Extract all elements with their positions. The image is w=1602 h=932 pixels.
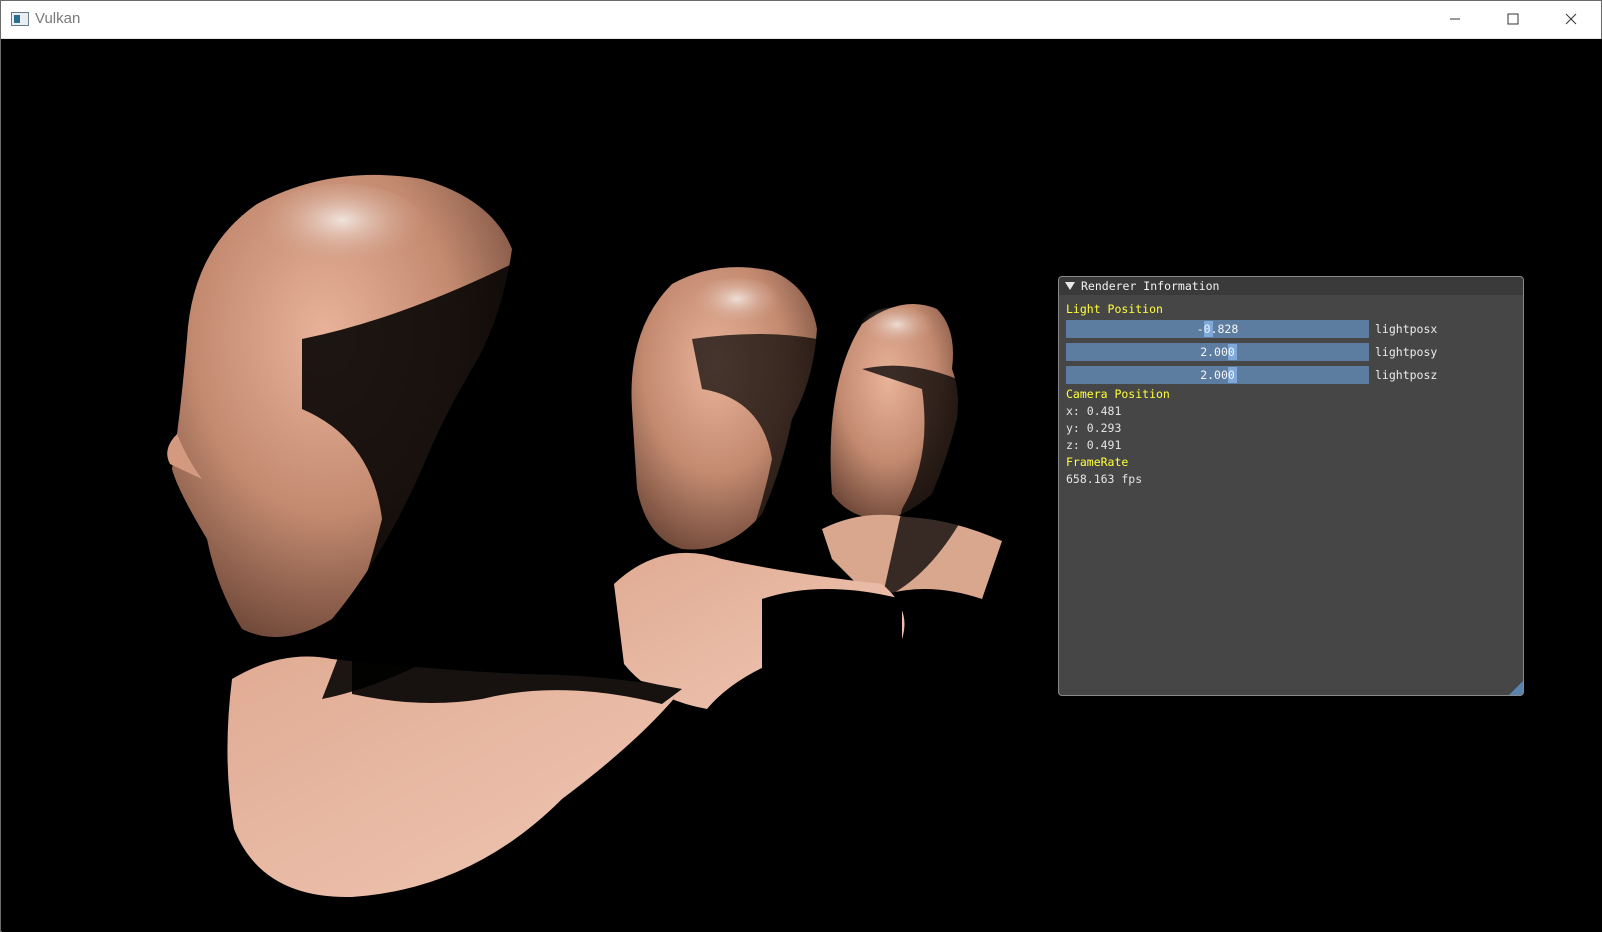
camera-position-heading: Camera Position	[1066, 387, 1170, 401]
vulkan-window: Vulkan Renderer Information Light Positi…	[0, 0, 1602, 932]
title-bar[interactable]: Vulkan	[1, 1, 1601, 39]
camera-y-value: y: 0.293	[1066, 421, 1122, 435]
resize-grip-icon[interactable]	[1509, 681, 1523, 695]
lightposx-slider[interactable]: -0.828	[1066, 320, 1369, 338]
maximize-icon	[1507, 13, 1519, 25]
slider-value: 2.000	[1200, 345, 1235, 359]
close-button[interactable]	[1542, 1, 1600, 37]
lightposy-slider[interactable]: 2.000	[1066, 343, 1369, 361]
slider-label: lightposy	[1375, 345, 1438, 359]
light-position-heading: Light Position	[1066, 302, 1163, 316]
panel-title: Renderer Information	[1081, 279, 1220, 293]
renderer-information-panel[interactable]: Renderer Information Light Position -0.8…	[1058, 276, 1524, 696]
slider-row-lightposz: 2.000 lightposz	[1066, 366, 1486, 384]
maximize-button[interactable]	[1484, 1, 1542, 37]
collapse-arrow-icon[interactable]	[1065, 282, 1075, 290]
camera-x-value: x: 0.481	[1066, 404, 1122, 418]
panel-header[interactable]: Renderer Information	[1059, 277, 1523, 295]
slider-row-lightposy: 2.000 lightposy	[1066, 343, 1486, 361]
window-title: Vulkan	[35, 10, 81, 27]
minimize-button[interactable]	[1426, 1, 1484, 37]
slider-row-lightposx: -0.828 lightposx	[1066, 320, 1486, 338]
head-model-near	[167, 174, 683, 898]
lightposz-slider[interactable]: 2.000	[1066, 366, 1369, 384]
framerate-heading: FrameRate	[1066, 455, 1129, 469]
minimize-icon	[1450, 18, 1460, 20]
slider-label: lightposx	[1375, 322, 1438, 336]
slider-value: 2.000	[1200, 368, 1235, 382]
framerate-value: 658.163 fps	[1066, 472, 1143, 486]
camera-z-value: z: 0.491	[1066, 438, 1122, 452]
render-viewport[interactable]: Renderer Information Light Position -0.8…	[2, 39, 1602, 932]
app-window-icon	[11, 12, 29, 26]
close-icon	[1565, 13, 1577, 25]
head-model-far	[822, 304, 1002, 599]
slider-value: -0.828	[1196, 322, 1239, 336]
slider-label: lightposz	[1375, 368, 1438, 382]
